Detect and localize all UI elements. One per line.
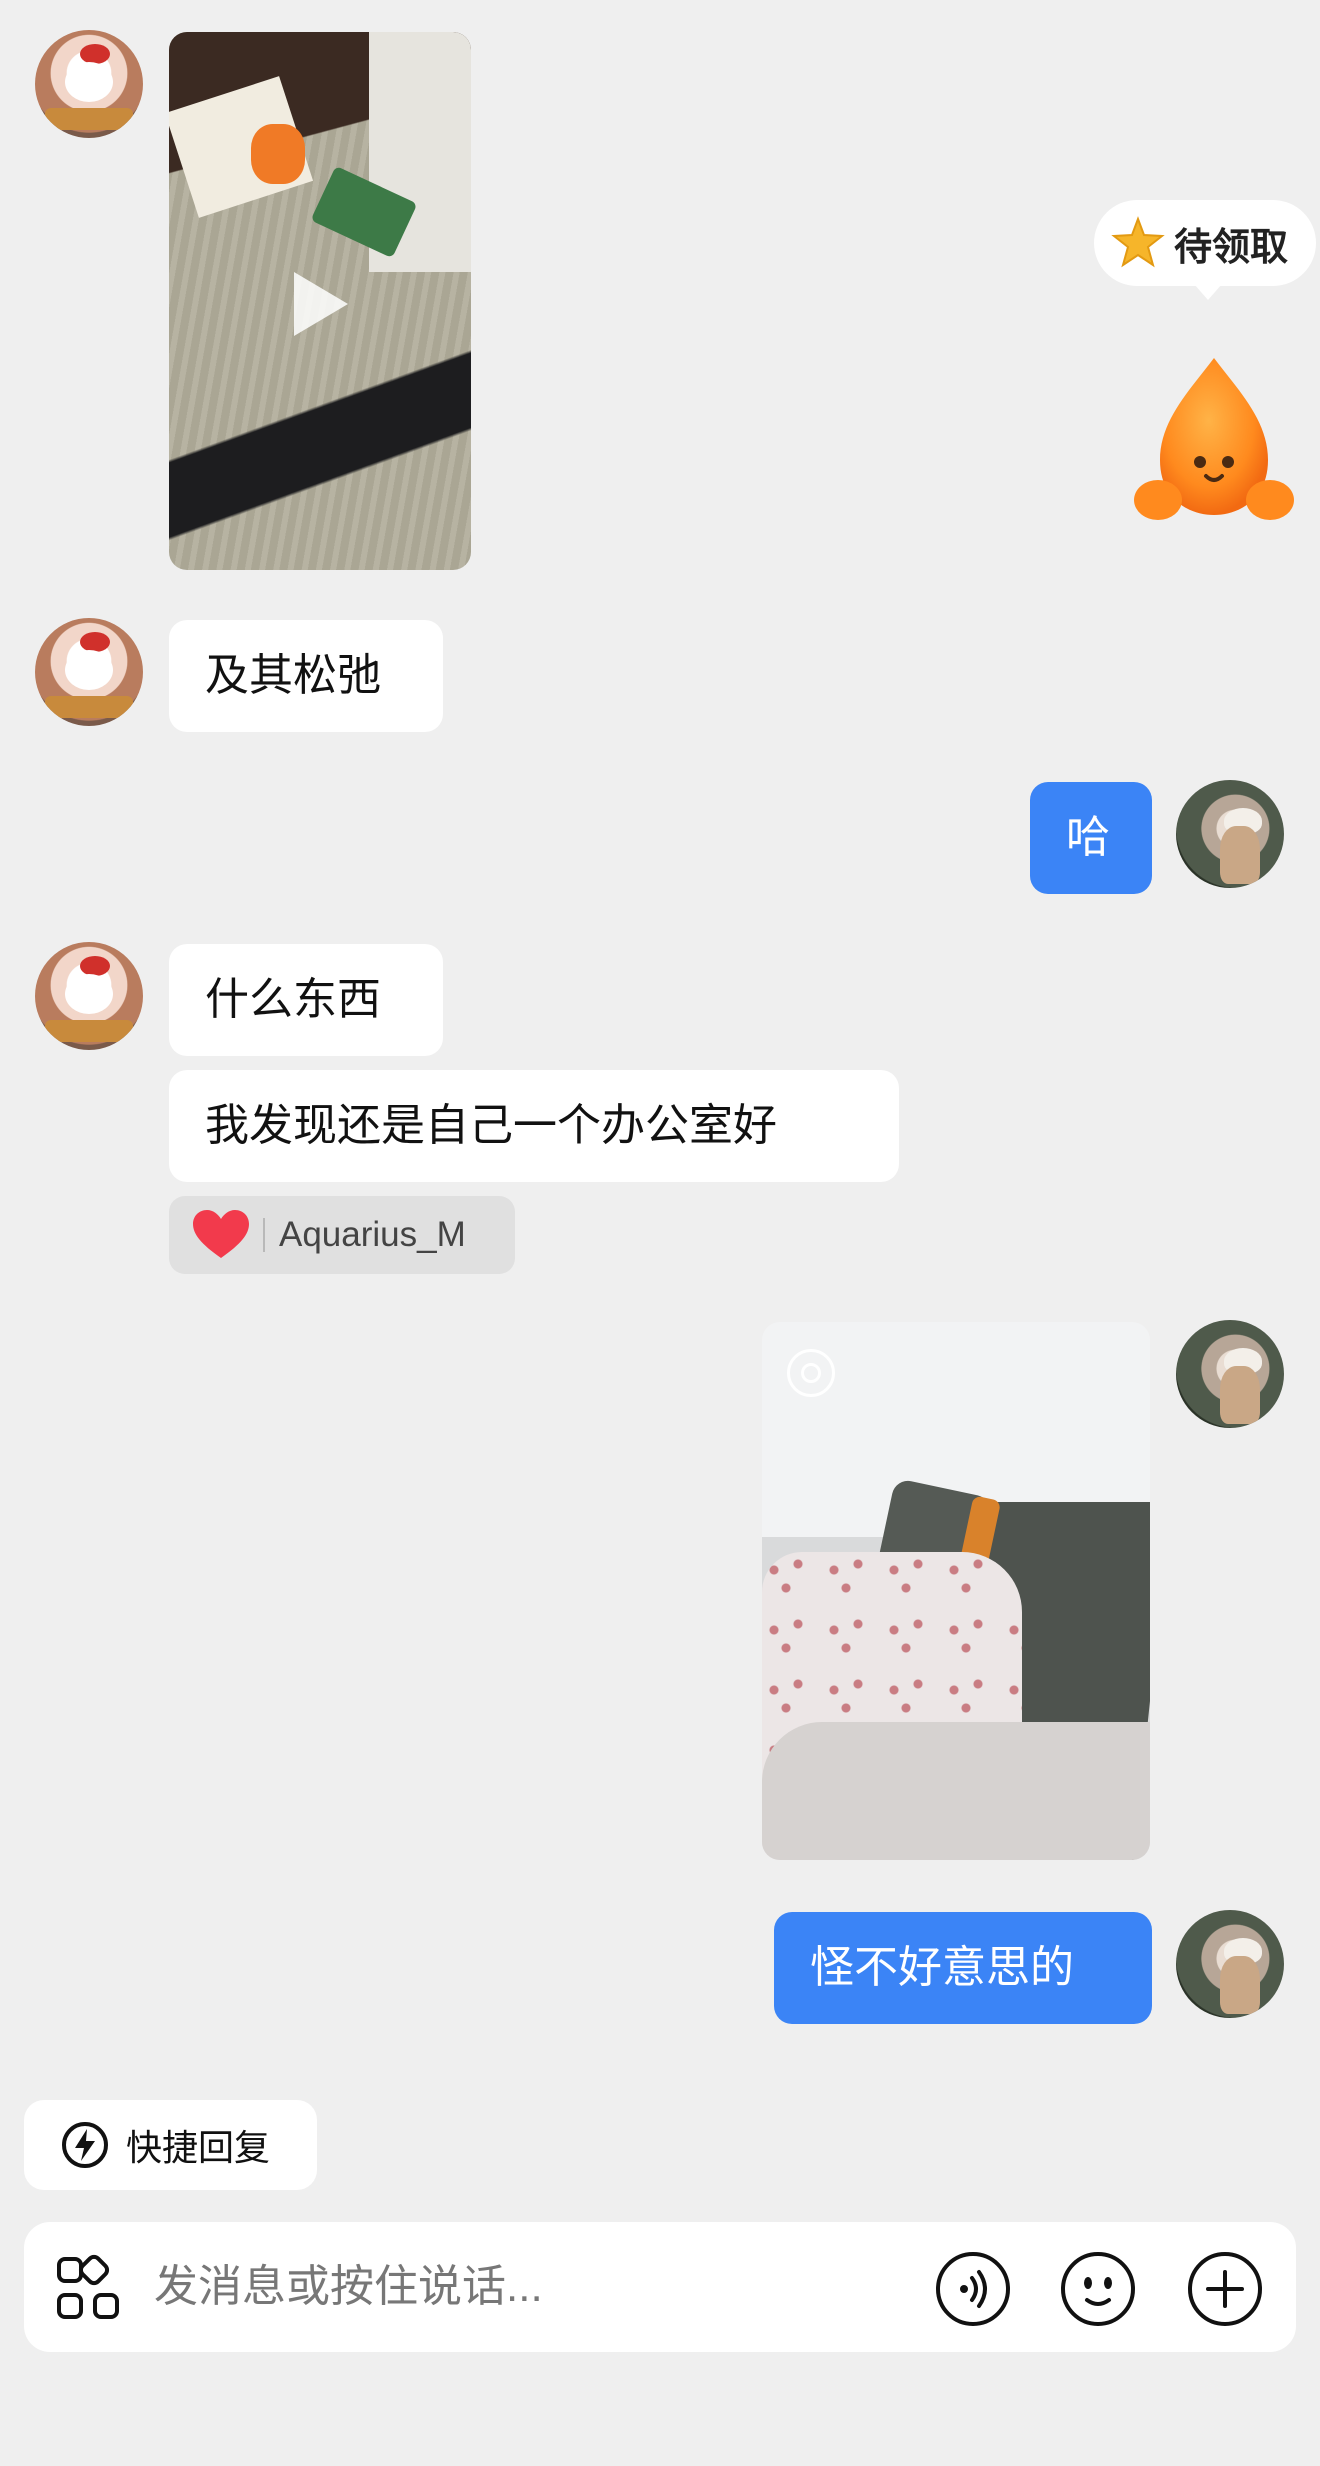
star-icon [1111,216,1165,268]
my-avatar[interactable] [1176,1320,1284,1428]
message-bubble[interactable]: 什么东西 [169,944,443,1056]
live-photo-message[interactable] [762,1322,1150,1860]
message-input[interactable]: 发消息或按住说话... [154,2222,543,2352]
video-message[interactable] [169,32,471,570]
apps-icon[interactable] [54,2254,122,2322]
emoji-icon[interactable] [1059,2250,1137,2328]
contact-avatar[interactable] [35,618,143,726]
message-bubble-outgoing[interactable]: 哈 [1030,782,1152,894]
my-avatar[interactable] [1176,1910,1284,2018]
message-composer[interactable]: 发消息或按住说话... [24,2222,1296,2352]
my-avatar[interactable] [1176,780,1284,888]
reaction-user: Aquarius_M [279,1215,466,1254]
quick-reply-button[interactable]: 快捷回复 [24,2100,317,2190]
play-icon[interactable] [294,272,348,336]
reaction-divider [263,1218,265,1252]
mascot-icon[interactable] [1130,350,1298,530]
live-photo-icon [787,1349,835,1397]
message-bubble[interactable]: 及其松弛 [169,620,443,732]
quick-reply-label: 快捷回复 [126,2127,271,2168]
message-reaction[interactable]: Aquarius_M [169,1196,515,1274]
message-bubble[interactable]: 我发现还是自己一个办公室好 [169,1070,899,1182]
plus-icon[interactable] [1186,2250,1264,2328]
reward-label: 待领取 [1174,226,1289,269]
contact-avatar[interactable] [35,30,143,138]
contact-avatar[interactable] [35,942,143,1050]
heart-icon [193,1210,249,1258]
lightning-icon [62,2122,108,2168]
voice-icon[interactable] [934,2250,1012,2328]
message-bubble-outgoing[interactable]: 怪不好意思的 [774,1912,1152,2024]
reward-pending-tip[interactable]: 待领取 [1094,200,1316,300]
